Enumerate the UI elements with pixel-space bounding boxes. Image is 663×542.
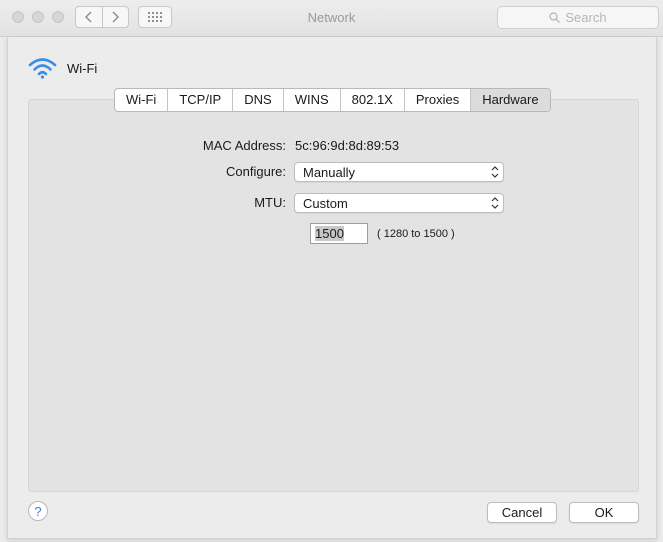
mac-address-label: MAC Address:: [202, 138, 286, 153]
service-header: Wi-Fi: [28, 57, 97, 79]
tab-bar: Wi-Fi TCP/IP DNS WINS 802.1X Proxies Har…: [114, 88, 551, 112]
service-name: Wi-Fi: [67, 60, 98, 76]
mac-address-value: 5c:96:9d:8d:89:53: [295, 138, 400, 153]
mtu-value-field[interactable]: 1500: [310, 223, 368, 244]
up-down-arrows-icon: [491, 166, 499, 178]
configure-select[interactable]: Manually: [294, 162, 504, 182]
search-field[interactable]: Search: [497, 6, 659, 29]
cancel-button[interactable]: Cancel: [487, 502, 557, 523]
wifi-icon: [28, 58, 57, 79]
ok-button[interactable]: OK: [569, 502, 639, 523]
configure-label: Configure:: [226, 164, 286, 179]
mtu-selected-value: Custom: [303, 196, 348, 211]
mtu-label: MTU:: [254, 195, 286, 210]
mtu-select[interactable]: Custom: [294, 193, 504, 213]
mtu-field-text: 1500: [315, 226, 344, 241]
configure-selected-value: Manually: [303, 165, 356, 180]
tab-8021x[interactable]: 802.1X: [339, 89, 404, 111]
tab-tcpip[interactable]: TCP/IP: [167, 89, 232, 111]
tab-hardware[interactable]: Hardware: [470, 89, 550, 111]
advanced-settings-sheet: Wi-Fi MAC Address: 5c:96:9d:8d:89:53 Con…: [7, 37, 657, 539]
tab-content-panel: MAC Address: 5c:96:9d:8d:89:53 Configure…: [28, 99, 639, 492]
up-down-arrows-icon: [491, 197, 499, 209]
help-button[interactable]: ?: [28, 501, 48, 521]
tab-proxies[interactable]: Proxies: [403, 89, 470, 111]
tab-wins[interactable]: WINS: [282, 89, 340, 111]
mtu-range-hint: ( 1280 to 1500 ): [377, 228, 455, 240]
search-icon: [549, 12, 561, 23]
search-placeholder: Search: [565, 10, 607, 25]
tab-wifi[interactable]: Wi-Fi: [115, 89, 167, 111]
tab-dns[interactable]: DNS: [232, 89, 282, 111]
title-bar: Network Search: [0, 0, 663, 37]
help-icon: ?: [34, 503, 42, 519]
